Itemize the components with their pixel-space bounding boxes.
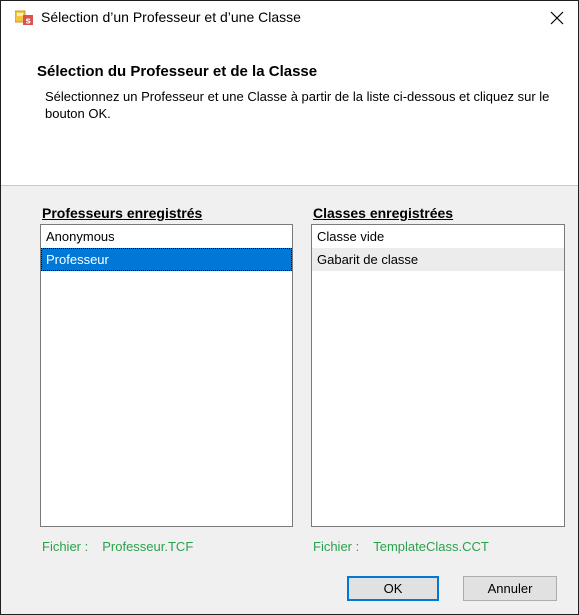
class-item-classe-vide[interactable]: Classe vide — [312, 225, 564, 248]
classes-label: Classes enregistrées — [313, 205, 454, 221]
classes-file-name: TemplateClass.CCT — [373, 539, 489, 554]
classes-file-info: Fichier : TemplateClass.CCT — [313, 539, 489, 554]
svg-text:s: s — [26, 17, 31, 26]
dialog-window: s Sélection d’un Professeur et d’une Cla… — [0, 0, 579, 615]
header-description: Sélectionnez un Professeur et une Classe… — [45, 89, 550, 121]
teachers-file-name: Professeur.TCF — [102, 539, 194, 554]
app-icon: s — [14, 9, 33, 27]
class-item-gabarit[interactable]: Gabarit de classe — [312, 248, 564, 271]
classes-listbox[interactable]: Classe vide Gabarit de classe — [311, 224, 565, 527]
classes-file-label: Fichier : — [313, 539, 360, 554]
teachers-label: Professeurs enregistrés — [42, 205, 203, 221]
cancel-button[interactable]: Annuler — [463, 576, 557, 601]
ok-button[interactable]: OK — [347, 576, 439, 601]
header-title: Sélection du Professeur et de la Classe — [37, 63, 318, 80]
teachers-listbox[interactable]: Anonymous Professeur — [40, 224, 293, 527]
teacher-item-professeur[interactable]: Professeur — [41, 248, 292, 271]
title-bar[interactable]: s Sélection d’un Professeur et d’une Cla… — [1, 1, 578, 34]
teachers-file-label: Fichier : — [42, 539, 89, 554]
teachers-file-info: Fichier : Professeur.TCF — [42, 539, 193, 554]
window-title: Sélection d’un Professeur et d’une Class… — [41, 9, 301, 25]
close-icon — [550, 11, 564, 24]
teacher-item-anonymous[interactable]: Anonymous — [41, 225, 292, 248]
close-button[interactable] — [536, 1, 578, 34]
